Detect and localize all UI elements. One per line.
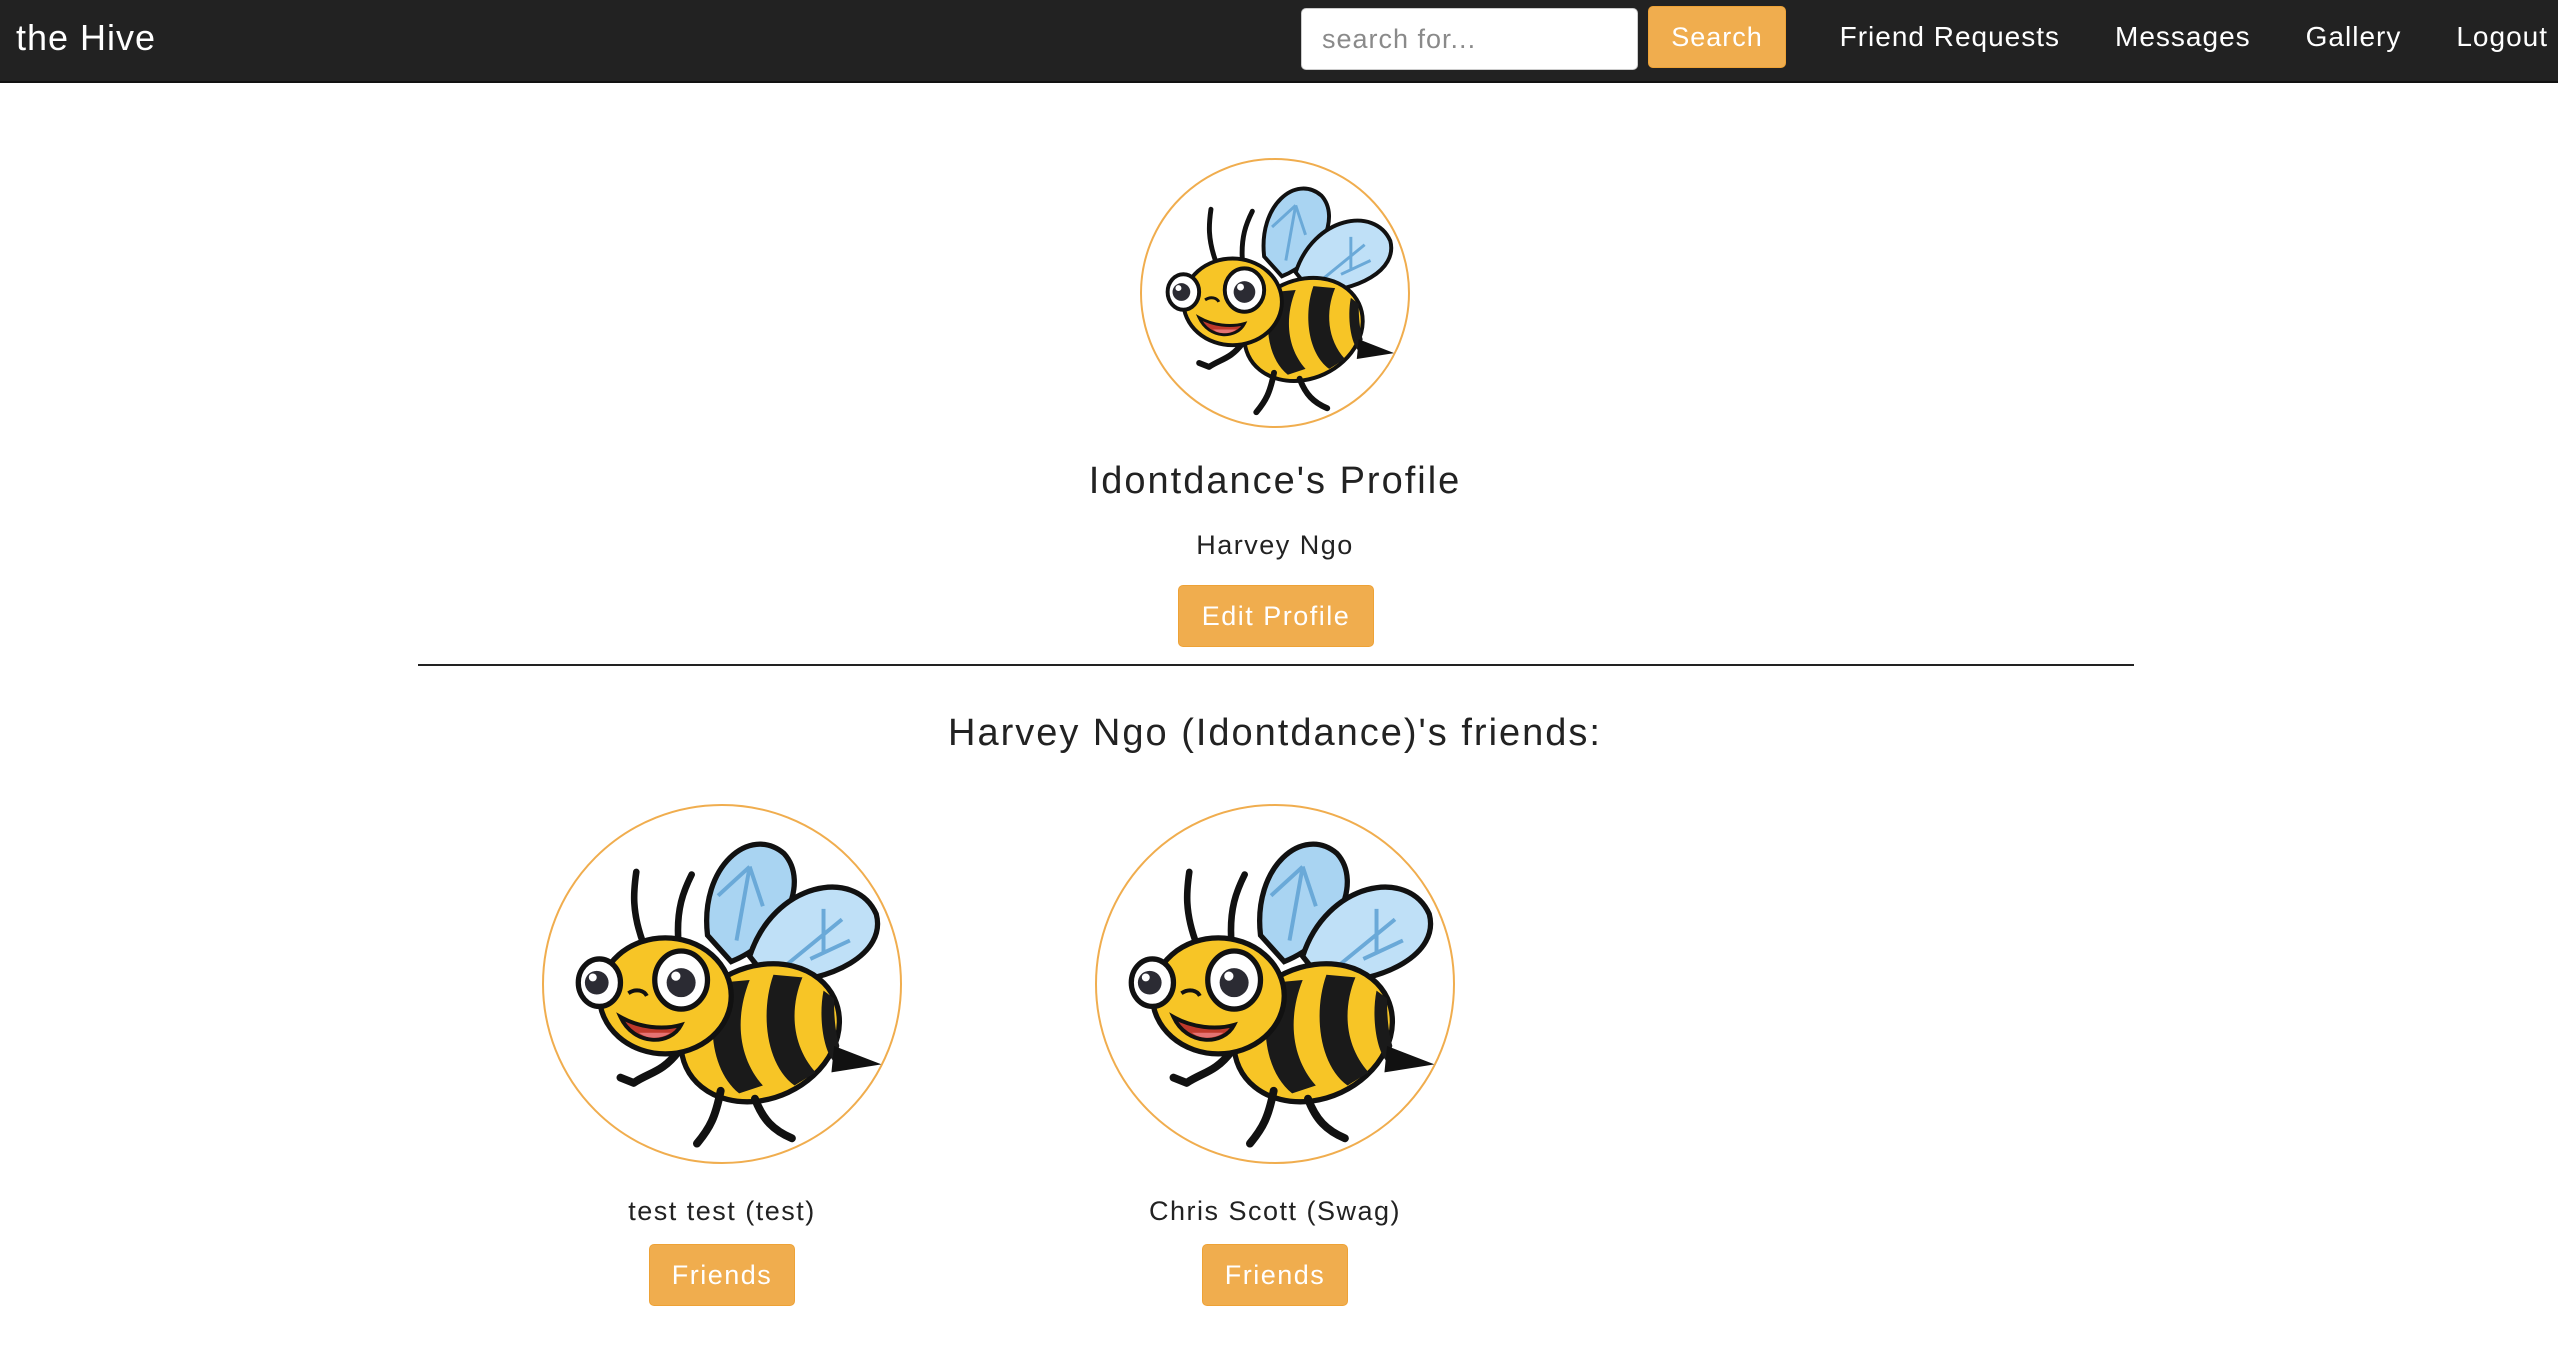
nav-links: Friend Requests Messages Gallery Logout — [1785, 0, 2548, 73]
section-divider — [418, 664, 2134, 666]
search-button[interactable]: Search — [1648, 6, 1786, 68]
profile-real-name: Harvey Ngo — [1196, 530, 1354, 560]
bee-icon — [544, 806, 900, 1162]
bee-icon — [1142, 160, 1408, 426]
profile-avatar — [1140, 158, 1410, 428]
friends-heading: Harvey Ngo (Idontdance)'s friends: — [948, 712, 1602, 754]
friends-status-button[interactable]: Friends — [649, 1244, 795, 1306]
nav-gallery[interactable]: Gallery — [2306, 21, 2402, 53]
nav-friend-requests[interactable]: Friend Requests — [1840, 21, 2060, 53]
friend-name: test test (test) — [628, 1196, 816, 1226]
friends-status-button[interactable]: Friends — [1202, 1244, 1348, 1306]
nav-logout[interactable]: Logout — [2456, 21, 2548, 53]
friend-avatar[interactable] — [1095, 804, 1455, 1164]
search-input[interactable] — [1301, 8, 1638, 70]
edit-profile-button[interactable]: Edit Profile — [1178, 585, 1374, 647]
top-navbar: the Hive Search Friend Requests Messages… — [0, 0, 2558, 83]
bee-icon — [1097, 806, 1453, 1162]
friend-name: Chris Scott (Swag) — [1148, 1196, 1402, 1226]
friend-card: test test (test) Friends — [522, 804, 922, 1324]
brand-logo[interactable]: the Hive — [16, 16, 156, 60]
friend-avatar[interactable] — [542, 804, 902, 1164]
nav-messages[interactable]: Messages — [2115, 21, 2251, 53]
friend-card: Chris Scott (Swag) Friends — [1075, 804, 1475, 1324]
profile-title: Idontdance's Profile — [1088, 460, 1462, 502]
